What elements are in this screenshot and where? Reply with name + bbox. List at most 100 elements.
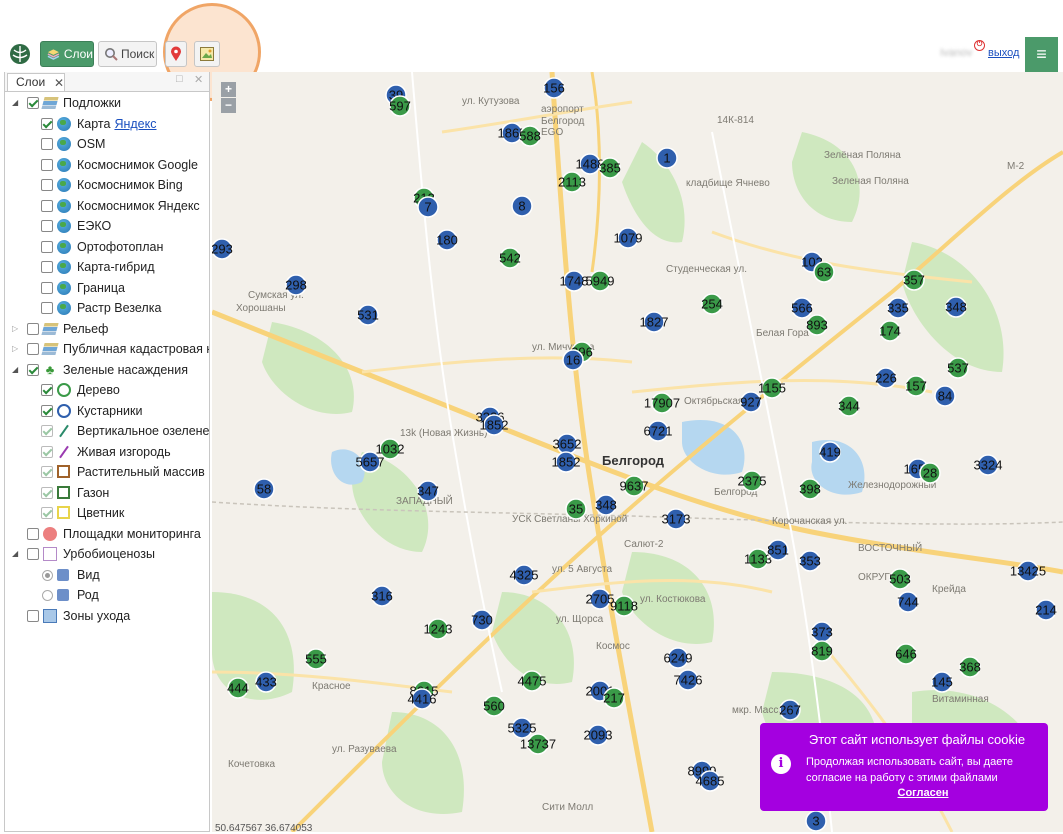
cluster-marker[interactable]: 4416 xyxy=(408,688,437,710)
layer-item-vezelka-raster[interactable]: Растр Везелка xyxy=(41,298,161,318)
cluster-marker[interactable]: 174 xyxy=(879,320,901,342)
cluster-marker[interactable]: 531 xyxy=(357,304,379,326)
cluster-marker[interactable]: 7 xyxy=(417,196,439,218)
cluster-marker[interactable]: 8 xyxy=(511,195,533,217)
layer-item-yandex-map[interactable]: Карта Яндекс xyxy=(41,114,157,134)
radio[interactable] xyxy=(42,569,53,581)
checkbox[interactable] xyxy=(41,466,53,478)
cluster-marker[interactable]: 145 xyxy=(931,671,953,693)
layer-item-boundary[interactable]: Граница xyxy=(41,278,125,298)
layer-item-plant-massif[interactable]: Растительный массив xyxy=(41,462,205,482)
cluster-marker[interactable]: 4685 xyxy=(696,770,725,792)
layer-item-yandex-satellite[interactable]: Космоснимок Яндекс xyxy=(41,196,200,216)
panel-restore-icon[interactable]: □ xyxy=(176,73,183,85)
cluster-marker[interactable]: 419 xyxy=(819,441,841,463)
cluster-marker[interactable]: 3652 xyxy=(553,433,582,455)
cluster-marker[interactable]: 35 xyxy=(565,498,587,520)
expand-arrow-icon[interactable]: ▷ xyxy=(12,324,18,333)
collapse-arrow-icon[interactable]: ◢ xyxy=(12,98,18,107)
cluster-marker[interactable]: 28 xyxy=(919,462,941,484)
checkbox[interactable] xyxy=(27,548,39,560)
cluster-marker[interactable]: 893 xyxy=(806,314,828,336)
cluster-marker[interactable]: 7426 xyxy=(674,669,703,691)
checkbox[interactable] xyxy=(41,200,53,212)
cluster-marker[interactable]: 6249 xyxy=(664,647,693,669)
collapse-arrow-icon[interactable]: ◢ xyxy=(12,365,18,374)
layer-item-monitoring-sites[interactable]: Площадки мониторинга xyxy=(27,524,201,544)
expand-arrow-icon[interactable]: ▷ xyxy=(12,344,18,353)
cluster-marker[interactable]: 3324 xyxy=(974,454,1003,476)
layer-item-vertical-greening[interactable]: Вертикальное озеленение xyxy=(41,421,209,441)
checkbox[interactable] xyxy=(41,159,53,171)
cluster-marker[interactable]: 9637 xyxy=(620,475,649,497)
checkbox[interactable] xyxy=(41,261,53,273)
checkbox[interactable] xyxy=(41,138,53,150)
cluster-marker[interactable]: 2093 xyxy=(584,724,613,746)
layer-item-osm[interactable]: OSM xyxy=(41,134,105,154)
cookie-accept-link[interactable]: Согласен xyxy=(760,787,1048,799)
cluster-marker[interactable]: 293 xyxy=(212,238,233,260)
cluster-marker[interactable]: 1155 xyxy=(758,377,786,399)
cluster-marker[interactable]: 58 xyxy=(253,478,275,500)
cluster-marker[interactable]: 156 xyxy=(543,77,565,99)
checkbox[interactable] xyxy=(27,343,39,355)
cluster-marker[interactable]: 348 xyxy=(945,296,967,318)
cluster-marker[interactable]: 646 xyxy=(895,643,917,665)
cluster-marker[interactable]: 542 xyxy=(499,247,521,269)
logout-link[interactable]: выход xyxy=(988,47,1019,59)
checkbox[interactable] xyxy=(41,487,53,499)
cluster-marker[interactable]: 385 xyxy=(599,157,621,179)
map-view[interactable]: аэропорт Белгород EGO Зелёная Поляна Зеленая… xyxy=(212,72,1063,832)
cluster-marker[interactable]: 4475 xyxy=(518,670,547,692)
cluster-marker[interactable]: 566 xyxy=(791,297,813,319)
layer-item-hybrid[interactable]: Карта-гибрид xyxy=(41,257,155,277)
map-canvas[interactable]: аэропортБелгородEGOЗелёная ПолянаЗеленая… xyxy=(212,72,1063,832)
cluster-marker[interactable]: 1748 xyxy=(560,270,589,292)
cluster-marker[interactable]: 316 xyxy=(371,585,393,607)
checkbox[interactable] xyxy=(27,323,39,335)
checkbox[interactable] xyxy=(27,528,39,540)
cluster-marker[interactable]: 730 xyxy=(471,609,493,631)
layer-item-flowerbed[interactable]: Цветник xyxy=(41,503,124,523)
layers-button[interactable]: Слои xyxy=(40,41,94,67)
checkbox[interactable] xyxy=(41,220,53,232)
layer-item-hedge[interactable]: Живая изгородь xyxy=(41,442,171,462)
collapse-arrow-icon[interactable]: ◢ xyxy=(12,549,18,558)
layer-item-tree[interactable]: Дерево xyxy=(41,380,120,400)
cluster-marker[interactable]: 503 xyxy=(889,568,911,590)
checkbox[interactable] xyxy=(41,118,53,130)
cluster-marker[interactable]: 4325 xyxy=(510,564,539,586)
cluster-marker[interactable]: 555 xyxy=(305,648,327,670)
cluster-marker[interactable]: 63 xyxy=(813,261,835,283)
cluster-marker[interactable]: 433 xyxy=(255,671,277,693)
radio-species[interactable]: Вид xyxy=(42,565,100,585)
cluster-marker[interactable]: 444 xyxy=(227,677,249,699)
layer-group-cadastral[interactable]: ▷ Публичная кадастровая карта xyxy=(12,339,209,359)
layer-group-relief[interactable]: ▷ Рельеф xyxy=(12,319,108,339)
checkbox[interactable] xyxy=(27,364,39,376)
cluster-marker[interactable]: 368 xyxy=(959,656,981,678)
cluster-marker[interactable]: 2113 xyxy=(558,171,586,193)
layer-item-eeko[interactable]: ЕЭКО xyxy=(41,216,111,236)
cluster-marker[interactable]: 16 xyxy=(562,349,584,371)
cluster-marker[interactable]: 157 xyxy=(905,375,927,397)
tab-layers[interactable]: Слои ✕ xyxy=(7,73,65,91)
zoom-out-button[interactable]: − xyxy=(221,98,236,113)
cluster-marker[interactable]: 180 xyxy=(436,229,458,251)
logout-icon[interactable]: ⏻ xyxy=(974,40,985,51)
checkbox[interactable] xyxy=(41,179,53,191)
checkbox[interactable] xyxy=(41,302,53,314)
radio[interactable] xyxy=(42,589,53,601)
layer-item-care-zones[interactable]: Зоны ухода xyxy=(27,606,130,626)
cluster-marker[interactable]: 927 xyxy=(740,391,762,413)
cluster-marker[interactable]: 1827 xyxy=(640,311,669,333)
cluster-marker[interactable]: 348 xyxy=(595,494,617,516)
cluster-marker[interactable]: 6721 xyxy=(644,420,673,442)
search-button[interactable]: Поиск xyxy=(98,41,157,67)
layer-item-lawn[interactable]: Газон xyxy=(41,483,109,503)
cluster-marker[interactable]: 1079 xyxy=(614,227,643,249)
yandex-link[interactable]: Яндекс xyxy=(114,117,156,131)
zoom-in-button[interactable]: + xyxy=(221,82,236,97)
cluster-marker[interactable]: 17907 xyxy=(644,392,680,414)
cluster-marker[interactable]: 226 xyxy=(875,367,897,389)
